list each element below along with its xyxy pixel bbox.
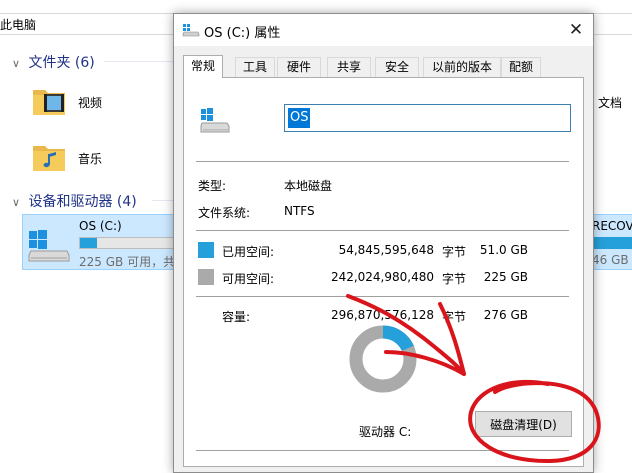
close-icon[interactable]: ✕ <box>559 14 593 46</box>
folders-group-header[interactable]: ∨ 文件夹 (6) <box>12 52 95 72</box>
drive-tile-c[interactable]: OS (C:) 225 GB 可用，共 <box>22 214 176 270</box>
dialog-title: OS (C:) 属性 <box>204 26 281 41</box>
drive-usage-bar <box>590 237 632 249</box>
filesystem-label: 文件系统: <box>198 206 251 220</box>
type-label: 类型: <box>198 179 227 193</box>
dialog-titlebar[interactable]: OS (C:) 属性 ✕ <box>174 14 593 46</box>
folder-label: 音乐 <box>78 152 103 166</box>
drive-properties-dialog: OS (C:) 属性 ✕ 常规 工具 硬件 共享 安全 以前的版本 配额 OS … <box>173 13 594 473</box>
volume-label-selection: OS <box>288 108 311 128</box>
free-space-label: 可用空间: <box>222 272 275 286</box>
tab-sharing[interactable]: 共享 <box>327 57 371 78</box>
volume-label-input[interactable] <box>284 104 571 132</box>
tab-previous-versions[interactable]: 以前的版本 <box>423 57 501 78</box>
divider <box>196 230 569 231</box>
tab-tools[interactable]: 工具 <box>235 57 275 78</box>
disk-cleanup-button[interactable]: 磁盘清理(D) <box>475 411 572 437</box>
windows-drive-icon <box>200 108 230 133</box>
used-space-unit: 字节 <box>442 245 467 259</box>
devices-group-header[interactable]: ∨ 设备和驱动器 (4) <box>12 191 137 211</box>
capacity-unit: 字节 <box>442 310 467 324</box>
music-folder-icon <box>33 146 65 171</box>
documents-label[interactable]: 文档 <box>598 94 622 111</box>
free-space-bytes: 242,024,980,480 <box>330 270 434 284</box>
folder-label: 视频 <box>78 96 103 110</box>
disk-usage-donut <box>349 325 417 393</box>
capacity-bytes: 296,870,576,128 <box>330 308 434 322</box>
free-space-swatch <box>198 269 214 285</box>
used-space-bytes: 54,845,595,648 <box>338 243 434 257</box>
tab-hardware[interactable]: 硬件 <box>277 57 321 78</box>
filesystem-value: NTFS <box>284 204 315 218</box>
folder-item-videos[interactable]: 视频 <box>30 82 160 122</box>
free-space-unit: 字节 <box>442 272 467 286</box>
group-divider <box>152 200 174 201</box>
devices-group-label: 设备和驱动器 (4) <box>28 194 137 210</box>
chevron-down-icon: ∨ <box>12 196 21 209</box>
divider <box>196 161 569 162</box>
drive-free-text: 225 GB 可用，共 <box>79 255 176 269</box>
video-folder-icon <box>33 90 65 115</box>
group-divider <box>104 61 174 62</box>
general-tab-panel: OS 类型: 本地磁盘 文件系统: NTFS 已用空间: 54,845,595,… <box>183 77 584 467</box>
drive-name: OS (C:) <box>79 219 122 233</box>
drive-usage-bar <box>79 237 175 249</box>
folders-group-label: 文件夹 (6) <box>28 55 95 71</box>
type-value: 本地磁盘 <box>284 179 333 193</box>
windows-drive-icon <box>28 230 70 262</box>
tab-general[interactable]: 常规 <box>183 55 223 78</box>
free-space-size: 225 GB <box>483 270 528 284</box>
drive-free-text: 46 GB <box>592 253 629 267</box>
tab-security[interactable]: 安全 <box>375 57 419 78</box>
divider <box>196 450 569 451</box>
used-space-size: 51.0 GB <box>479 243 528 257</box>
used-space-swatch <box>198 242 214 258</box>
drive-icon <box>182 24 200 37</box>
address-text: 此电脑 <box>0 18 37 32</box>
tab-quota[interactable]: 配额 <box>501 57 541 78</box>
chevron-down-icon: ∨ <box>12 57 21 70</box>
drive-name: RECOVE <box>592 219 632 233</box>
drive-tile-recovery[interactable]: RECOVE 46 GB <box>590 214 632 270</box>
capacity-label: 容量: <box>222 310 251 324</box>
divider <box>196 296 569 297</box>
used-space-label: 已用空间: <box>222 245 275 259</box>
folder-item-music[interactable]: 音乐 <box>30 138 160 178</box>
drive-usage-fill <box>80 238 97 248</box>
capacity-size: 276 GB <box>483 308 528 322</box>
drive-caption: 驱动器 C: <box>359 425 412 439</box>
